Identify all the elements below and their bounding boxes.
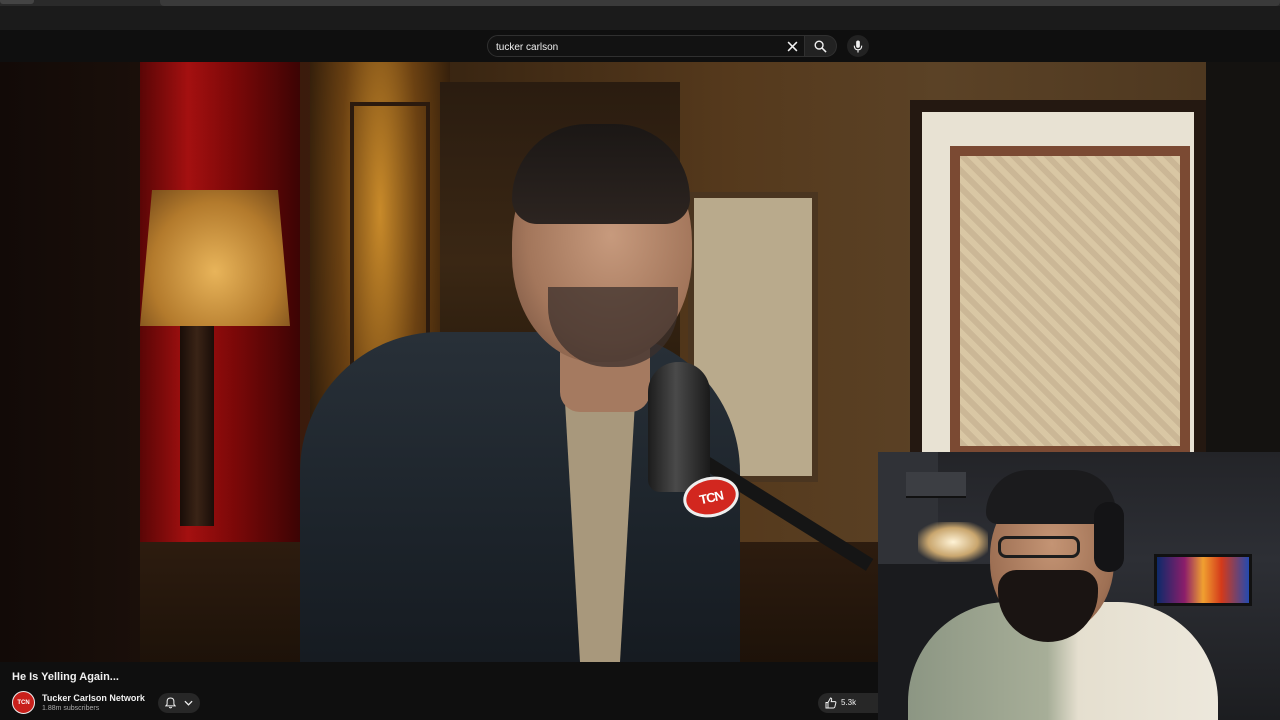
search-input[interactable] <box>496 39 776 55</box>
browser-tab[interactable] <box>0 0 34 4</box>
mic-flag-text: TCN <box>697 487 725 507</box>
close-icon <box>787 41 797 51</box>
video-letterbox-left <box>0 62 140 662</box>
thumbs-up-icon <box>825 697 837 709</box>
browser-top-bar <box>0 0 1280 30</box>
podcast-microphone <box>648 362 710 492</box>
search-button[interactable] <box>805 35 837 57</box>
microphone-icon <box>853 39 863 53</box>
tapestry-artwork <box>950 146 1190 456</box>
channel-avatar-text: TCN <box>17 699 30 706</box>
search-box[interactable] <box>487 35 805 57</box>
webcam-light <box>918 522 988 562</box>
lamp-base <box>180 326 214 526</box>
video-title: He Is Yelling Again... <box>12 671 119 683</box>
webcam-overlay <box>878 452 1280 720</box>
lamp-shade <box>140 190 290 326</box>
streamer-glasses <box>998 536 1080 558</box>
subscribed-notifications-button[interactable] <box>158 693 200 713</box>
tab-strip <box>0 0 1280 6</box>
voice-search-button[interactable] <box>847 35 869 57</box>
webcam-range-hood <box>906 472 966 498</box>
video-info-bar <box>0 662 878 720</box>
like-button[interactable]: 5.3k <box>818 693 878 713</box>
channel-avatar[interactable]: TCN <box>12 691 35 714</box>
search-icon <box>814 40 827 53</box>
chevron-down-icon <box>184 700 193 706</box>
like-count: 5.3k <box>841 698 857 707</box>
bell-icon <box>165 697 177 709</box>
framed-tapestry <box>910 100 1206 480</box>
streamer-headphones <box>1094 502 1124 572</box>
subscriber-count: 1.88m subscribers <box>42 705 100 712</box>
channel-name[interactable]: Tucker Carlson Network <box>42 693 145 703</box>
webcam-tv-screen <box>1154 554 1252 606</box>
clear-search-button[interactable] <box>785 38 799 54</box>
active-browser-tab[interactable] <box>160 0 1280 6</box>
